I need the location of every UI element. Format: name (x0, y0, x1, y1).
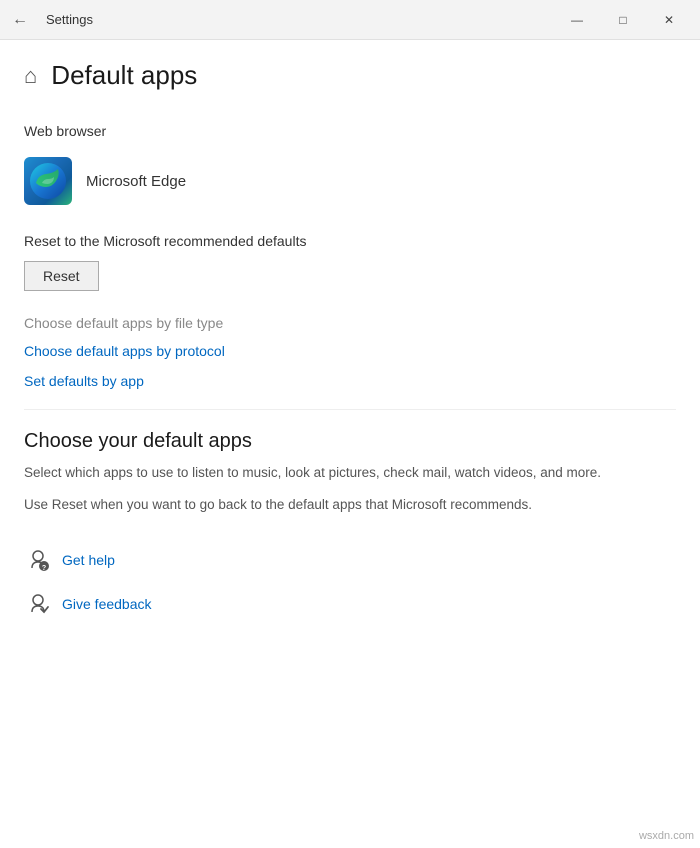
give-feedback-link[interactable]: Give feedback (62, 596, 152, 612)
footer-links: ? Get help Give feedback (24, 546, 676, 618)
web-browser-label: Web browser (24, 123, 676, 139)
svg-text:?: ? (42, 565, 46, 572)
reset-section: Reset to the Microsoft recommended defau… (24, 233, 676, 315)
page-title: Default apps (51, 60, 197, 91)
choose-description-1: Select which apps to use to listen to mu… (24, 463, 676, 483)
get-help-icon: ? (24, 546, 52, 574)
choose-section: Choose your default apps Select which ap… (24, 430, 676, 516)
choose-section-title: Choose your default apps (24, 430, 676, 453)
section-divider (24, 409, 676, 410)
title-bar: ← Settings — □ ✕ (0, 0, 700, 40)
home-icon: ⌂ (24, 63, 37, 89)
minimize-button[interactable]: — (554, 4, 600, 36)
main-content: ⌂ Default apps Web browser (0, 40, 700, 848)
give-feedback-item[interactable]: Give feedback (24, 590, 676, 618)
choose-description-2: Use Reset when you want to go back to th… (24, 495, 676, 515)
edge-app-icon (24, 157, 72, 205)
back-button[interactable]: ← (4, 7, 36, 33)
title-bar-left: ← Settings (4, 7, 93, 33)
reset-label: Reset to the Microsoft recommended defau… (24, 233, 676, 249)
title-bar-title: Settings (46, 12, 93, 27)
page-header: ⌂ Default apps (24, 60, 676, 95)
file-type-link: Choose default apps by file type (24, 315, 676, 331)
protocol-link[interactable]: Choose default apps by protocol (24, 343, 676, 359)
set-defaults-link[interactable]: Set defaults by app (24, 373, 676, 389)
maximize-button[interactable]: □ (600, 4, 646, 36)
get-help-item[interactable]: ? Get help (24, 546, 676, 574)
close-button[interactable]: ✕ (646, 4, 692, 36)
links-section: Choose default apps by file type Choose … (24, 315, 676, 389)
reset-button[interactable]: Reset (24, 261, 99, 291)
edge-app-item[interactable]: Microsoft Edge (24, 149, 676, 213)
web-browser-section: Web browser (24, 123, 676, 213)
give-feedback-icon (24, 590, 52, 618)
title-bar-controls: — □ ✕ (554, 4, 692, 36)
get-help-link[interactable]: Get help (62, 552, 115, 568)
watermark: wsxdn.com (639, 830, 694, 842)
edge-app-name: Microsoft Edge (86, 173, 186, 190)
